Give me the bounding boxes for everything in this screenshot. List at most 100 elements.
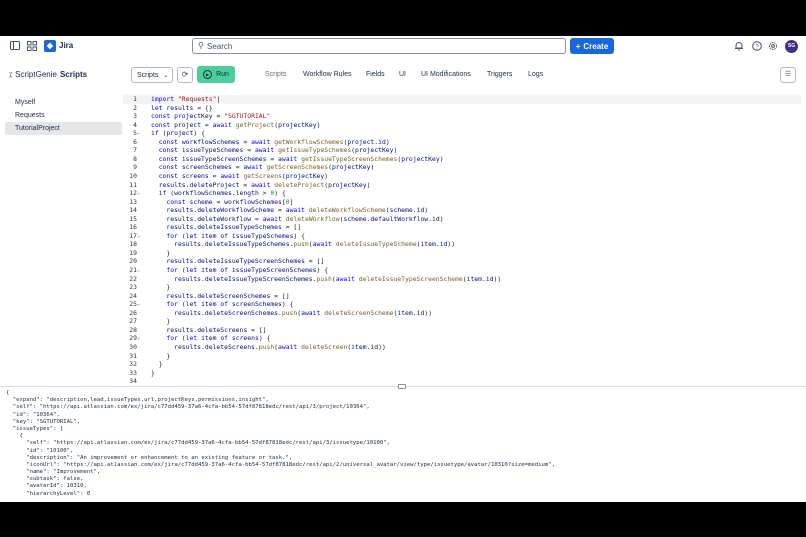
notifications-bell-icon[interactable] (733, 41, 744, 52)
app-switcher-icon[interactable] (26, 41, 37, 52)
code-text: results.deleteWorkflow = await deleteWor… (166, 214, 444, 223)
line-number: 23 (129, 283, 137, 292)
output-line: "description": "An improvement or enhanc… (6, 454, 293, 461)
play-icon: ▶ (203, 70, 213, 79)
code-line[interactable]: 11 results.deleteProject = await deleteP… (123, 181, 801, 190)
code-line[interactable]: 33} (123, 369, 801, 378)
code-line[interactable]: 3 const projectKey = "SGTUTORIAL" (123, 112, 801, 121)
code-line[interactable]: 17 ⌄ for (let item of issueTypeSchemes) { (123, 232, 801, 241)
jira-window: ◆ Jira ⚲ + Create ? SG ⁒ ScriptGenie Scr… (0, 36, 806, 502)
code-line[interactable]: 25 ⌄ for (let item of screenSchemes) { (123, 300, 801, 309)
line-number: 11 (129, 180, 137, 189)
line-number: 14 (129, 206, 137, 215)
tab-workflow-rules[interactable]: Workflow Rules (303, 71, 352, 78)
search-box[interactable]: ⚲ (192, 38, 566, 54)
line-number: 6 (133, 137, 137, 146)
tab-ui[interactable]: UI (399, 71, 406, 78)
output-line: "iconUrl": "https://api.atlassian.com/ex… (6, 461, 555, 468)
code-line[interactable]: 13 const scheme = workflowSchemes[0] (123, 198, 801, 207)
code-line[interactable]: 21 ⌄ for (let item of issueTypeScreenSche… (123, 266, 801, 275)
user-avatar[interactable]: SG (785, 40, 798, 53)
fold-chevron-icon[interactable]: ⌄ (137, 232, 143, 241)
tab-fields[interactable]: Fields (366, 71, 385, 78)
code-line[interactable]: 19 } (123, 249, 801, 258)
code-line[interactable]: 5 ⌄ if (project) { (123, 129, 801, 138)
sidebar-item-myself[interactable]: Myself (5, 96, 122, 109)
code-line[interactable]: 16 results.deleteIssueTypeSchemes = [] (123, 223, 801, 232)
output-line: "id": "10364", (6, 411, 60, 418)
tab-triggers[interactable]: Triggers (487, 71, 512, 78)
code-line[interactable]: 14 results.deleteWorkflowScheme = await … (123, 206, 801, 215)
code-line[interactable]: 12 ⌄ if (workflowSchemes.length > 0) { (123, 189, 801, 198)
refresh-button[interactable]: ⟳ (177, 67, 193, 83)
code-line[interactable]: 32 } (123, 360, 801, 369)
tab-ui-modifications[interactable]: UI Modifications (421, 71, 471, 78)
line-number: 15 (129, 214, 137, 223)
code-line[interactable]: 10 const screens = await getScreens(proj… (123, 172, 801, 181)
fold-chevron-icon[interactable]: ⌄ (137, 189, 143, 198)
line-number: 25 (129, 300, 137, 309)
code-text: results.deleteScreens = [] (166, 325, 267, 334)
code-line[interactable]: 24 results.deleteScreenSchemes = [] (123, 292, 801, 301)
app-name[interactable]: Jira (59, 41, 73, 50)
code-line[interactable]: 28 results.deleteScreens = [] (123, 326, 801, 335)
code-line[interactable]: 7 const issueTypeSchemes = await getIssu… (123, 146, 801, 155)
code-text: const screenSchemes = await getScreenSch… (158, 163, 375, 172)
fold-chevron-icon[interactable]: ⌄ (137, 266, 143, 275)
code-text: const issueTypeScreenSchemes = await get… (158, 154, 444, 163)
code-line[interactable]: 22 results.deleteIssueTypeScreenSchemes.… (123, 275, 801, 284)
run-button[interactable]: ▶ Run (197, 66, 235, 83)
code-line[interactable]: 6 const workflowSchemes = await getWorkf… (123, 138, 801, 147)
line-number: 22 (129, 274, 137, 283)
fold-chevron-icon[interactable]: ⌄ (137, 300, 143, 309)
code-text: } (166, 283, 171, 292)
code-text: results.deleteIssueTypeScreenSchemes.pus… (174, 274, 502, 283)
code-line[interactable]: 23 } (123, 283, 801, 292)
search-input[interactable] (207, 40, 547, 52)
app-title-prefix: ScriptGenie (15, 70, 57, 79)
code-text: import "Requests"| (151, 95, 221, 103)
code-line[interactable]: 2 let results = {} (123, 104, 801, 113)
code-line[interactable]: 9 const screenSchemes = await getScreenS… (123, 163, 801, 172)
code-editor[interactable]: 1 import "Requests"| 2 let results = {} 3 con… (123, 95, 801, 386)
sidebar-item-tutorialproject[interactable]: TutorialProject (5, 122, 122, 135)
refresh-icon: ⟳ (181, 70, 189, 79)
scripts-dropdown[interactable]: Scripts ⌄ (131, 67, 173, 83)
jira-logo-icon[interactable]: ◆ (44, 40, 56, 52)
sidebar-item-requests[interactable]: Requests (5, 109, 122, 122)
code-line[interactable]: 26 results.deleteScreenSchemes.push(awai… (123, 309, 801, 318)
code-text: } (166, 248, 171, 257)
output-line: "hierarchyLevel": 0 (6, 490, 91, 497)
line-number: 27 (129, 317, 137, 326)
code-line[interactable]: 29 ⌄ for (let item of screens) { (123, 334, 801, 343)
tab-scripts[interactable]: Scripts (265, 71, 286, 78)
create-button[interactable]: + Create (570, 38, 614, 54)
code-line[interactable]: 4 const project = await getProject(projec… (123, 121, 801, 130)
filter-settings-button[interactable]: ☰ (780, 67, 796, 83)
line-number: 10 (129, 171, 137, 180)
search-icon: ⚲ (198, 41, 204, 50)
code-line[interactable]: 1 import "Requests"| (123, 95, 801, 104)
fold-chevron-icon[interactable]: ⌄ (137, 334, 143, 343)
resize-handle-icon[interactable] (398, 384, 406, 389)
line-number: 9 (133, 163, 137, 172)
settings-gear-icon[interactable] (767, 41, 778, 52)
help-icon[interactable]: ? (751, 41, 762, 52)
fold-chevron-icon[interactable]: ⌄ (137, 129, 143, 138)
code-line[interactable]: 15 results.deleteWorkflow = await delete… (123, 215, 801, 224)
code-line[interactable]: 18 results.deleteIssueTypeSchemes.push(a… (123, 240, 801, 249)
code-line[interactable]: 31 } (123, 352, 801, 361)
code-text: } (166, 351, 171, 360)
line-number: 28 (129, 325, 137, 334)
code-line[interactable]: 30 results.deleteScreens.push(await dele… (123, 343, 801, 352)
output-line: "avatarId": 10310, (6, 483, 87, 490)
code-line[interactable]: 20 results.deleteIssueTypeScreenSchemes … (123, 257, 801, 266)
code-text: if (project) { (151, 129, 205, 138)
code-line[interactable]: 8 const issueTypeScreenSchemes = await g… (123, 155, 801, 164)
code-text: } (151, 368, 155, 377)
code-line[interactable]: 34 (123, 377, 801, 386)
code-text: results.deleteIssueTypeSchemes = [] (166, 223, 302, 232)
code-line[interactable]: 27 } (123, 317, 801, 326)
tab-logs[interactable]: Logs (528, 71, 543, 78)
sidebar-toggle-icon[interactable] (9, 41, 20, 52)
